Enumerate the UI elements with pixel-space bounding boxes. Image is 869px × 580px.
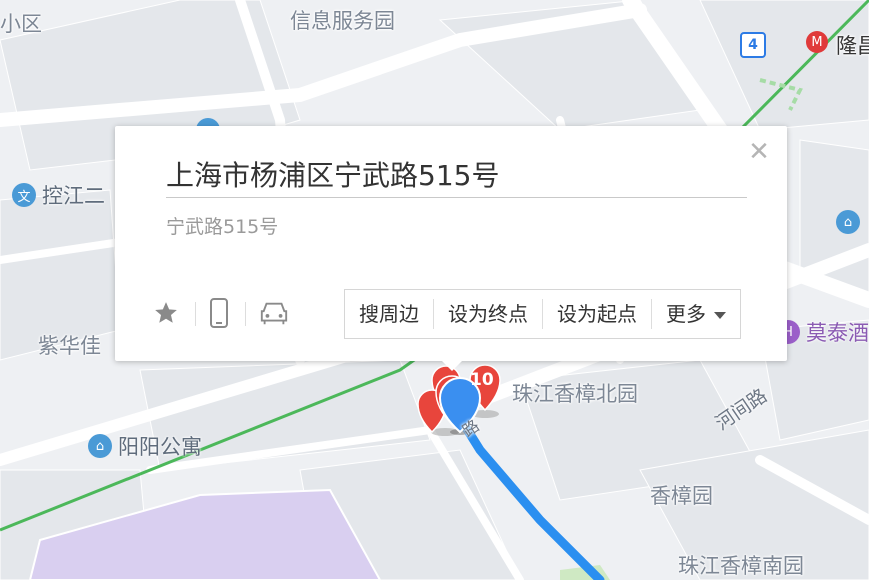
popup-divider: [166, 197, 747, 198]
poi-kongjiang-label: 控江二: [42, 184, 105, 208]
more-dropdown[interactable]: 更多: [652, 299, 740, 329]
metro-line-badge: 4: [740, 32, 766, 58]
label-zhujiang-north: 珠江香樟北园: [512, 382, 638, 406]
poi-motai-label: 莫泰酒: [806, 321, 869, 345]
set-destination-button[interactable]: 设为终点: [434, 299, 542, 329]
label-xiangzhang: 香樟园: [650, 484, 713, 508]
poi-yangyang-label: 阳阳公寓: [118, 435, 202, 459]
set-origin-button[interactable]: 设为起点: [543, 299, 651, 329]
poi-kongjiang[interactable]: 文 控江二: [12, 180, 105, 210]
poi-residence-right[interactable]: ⌂: [836, 210, 860, 234]
star-icon[interactable]: [151, 296, 181, 330]
address-popup: 上海市杨浦区宁武路515号 宁武路515号 ✕ 搜周边 设为终点 设为起点 更多: [115, 126, 787, 371]
popup-subtitle: 宁武路515号: [166, 216, 279, 238]
poi-yangyang[interactable]: ⌂ 阳阳公寓: [88, 431, 202, 461]
popup-pointer: [442, 361, 462, 371]
car-icon[interactable]: [259, 296, 289, 330]
education-icon: 文: [12, 183, 36, 207]
chevron-down-icon: [714, 312, 726, 319]
metro-station-icon[interactable]: M: [806, 31, 828, 53]
icon-divider: [245, 302, 246, 326]
label-zhujiang-south: 珠江香樟南园: [678, 554, 804, 578]
poi-motai[interactable]: H 莫泰酒: [776, 317, 869, 347]
popup-action-group: 搜周边 设为终点 设为起点 更多: [344, 289, 741, 339]
label-community: 小区: [0, 12, 42, 36]
popup-title: 上海市杨浦区宁武路515号: [166, 159, 500, 192]
label-info-park: 信息服务园: [290, 9, 395, 33]
label-zihua: 紫华佳: [38, 334, 101, 358]
more-label: 更多: [666, 302, 706, 326]
residence-icon: ⌂: [88, 434, 112, 458]
icon-divider: [195, 302, 196, 326]
residence-icon: ⌂: [836, 210, 860, 234]
phone-icon[interactable]: [204, 296, 234, 330]
close-icon[interactable]: ✕: [747, 139, 771, 165]
label-longchang: 隆昌: [836, 34, 869, 58]
marker-count-label: 10: [470, 370, 494, 390]
search-nearby-button[interactable]: 搜周边: [345, 299, 433, 329]
